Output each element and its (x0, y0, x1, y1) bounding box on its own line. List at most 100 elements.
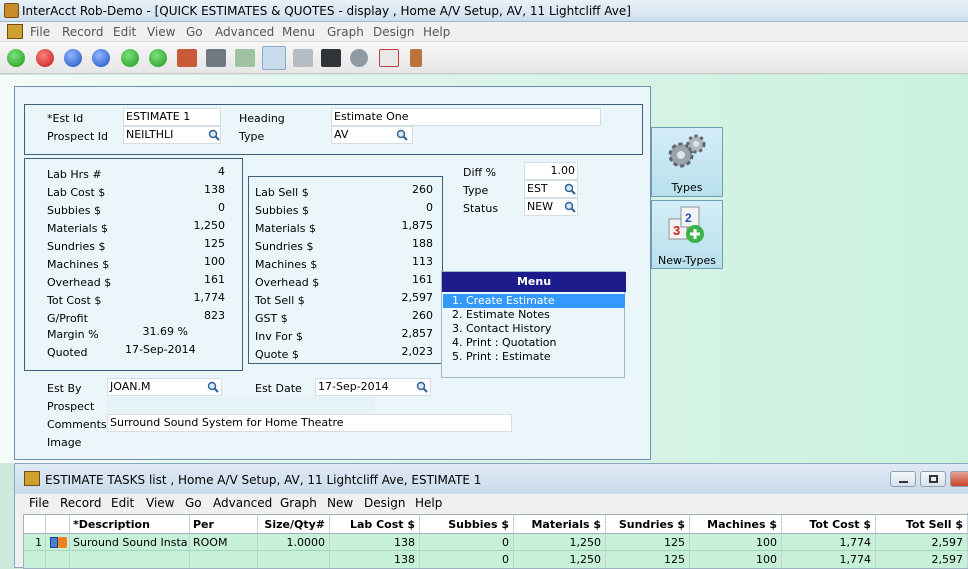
title-bar: InterAcct Rob-Demo - [QUICK ESTIMATES & … (0, 0, 968, 22)
menu-item-print-quotation[interactable]: 4. Print : Quotation (443, 336, 625, 350)
prospect-id-label: Prospect Id (47, 130, 109, 143)
calculator-icon[interactable] (293, 49, 313, 67)
submenu-go[interactable]: Go (185, 496, 202, 510)
column-header-size-qty[interactable]: Size/Qty# (258, 515, 330, 534)
export-icon[interactable] (235, 49, 255, 67)
menu-record[interactable]: Record (62, 25, 103, 39)
menu-view[interactable]: View (147, 25, 175, 39)
column-header-subbies[interactable]: Subbies $ (420, 515, 514, 534)
total-cell-materials[interactable]: 1,250 (514, 551, 606, 568)
column-header-lab-cost[interactable]: Lab Cost $ (330, 515, 420, 534)
submenu-record[interactable]: Record (60, 496, 101, 510)
column-header-materials[interactable]: Materials $ (514, 515, 606, 534)
total-cell-lab-cost[interactable]: 138 (330, 551, 420, 568)
total-cell-tot-cost[interactable]: 1,774 (782, 551, 876, 568)
column-header-tot-cost[interactable]: Tot Cost $ (782, 515, 876, 534)
column-header-tot-sell[interactable]: Tot Sell $ (876, 515, 968, 534)
menu-edit[interactable]: Edit (113, 25, 136, 39)
menu-design[interactable]: Design (373, 25, 414, 39)
home-icon[interactable] (177, 49, 197, 67)
monitor-icon[interactable] (321, 49, 341, 67)
sell-tot-sell-label: Tot Sell $ (255, 294, 305, 307)
menu-graph[interactable]: Graph (327, 25, 364, 39)
total-cell-machines[interactable]: 100 (690, 551, 782, 568)
submenu-design[interactable]: Design (364, 496, 405, 510)
task-cell-machines[interactable]: 100 (690, 534, 782, 551)
total-cell-sundries[interactable]: 125 (606, 551, 690, 568)
print-icon[interactable] (206, 49, 226, 67)
task-cell-tot-sell[interactable]: 2,597 (876, 534, 968, 551)
comments-field[interactable]: Surround Sound System for Home Theatre (107, 414, 512, 432)
menu-item-estimate-notes[interactable]: 2. Estimate Notes (443, 308, 625, 322)
close-button[interactable] (950, 471, 968, 487)
sell-gst-label: GST $ (255, 312, 288, 325)
est-date-picker-icon[interactable] (416, 381, 428, 393)
minimize-button[interactable] (890, 471, 916, 487)
status-lookup-icon[interactable] (564, 201, 576, 213)
task-cell-subbies[interactable]: 0 (420, 534, 514, 551)
est-by-field[interactable]: JOAN.M (107, 378, 222, 396)
first-record-icon[interactable] (64, 49, 82, 67)
submenu-advanced[interactable]: Advanced (213, 496, 272, 510)
est-id-field[interactable]: ESTIMATE 1 (123, 108, 221, 126)
est-date-field[interactable]: 17-Sep-2014 (315, 378, 431, 396)
submenu-file[interactable]: File (29, 496, 49, 510)
types-button[interactable]: Types (651, 127, 723, 197)
column-header-description[interactable]: *Description (70, 515, 190, 534)
total-cell-per[interactable] (190, 551, 258, 568)
sell-sundries-label: Sundries $ (255, 240, 314, 253)
task-cell-size-qty[interactable]: 1.0000 (258, 534, 330, 551)
add-icon[interactable] (7, 49, 25, 67)
delete-icon[interactable] (36, 49, 54, 67)
submenu-graph[interactable]: Graph (280, 496, 317, 510)
total-cell-description[interactable] (70, 551, 190, 568)
search-icon[interactable] (262, 46, 286, 70)
maximize-button[interactable] (920, 471, 946, 487)
column-header-machines[interactable]: Machines $ (690, 515, 782, 534)
settings-icon[interactable] (350, 49, 368, 67)
est-by-lookup-icon[interactable] (207, 381, 219, 393)
next-icon[interactable] (149, 49, 167, 67)
column-header-per[interactable]: Per (190, 515, 258, 534)
menu-go[interactable]: Go (186, 25, 203, 39)
subwindow-menu-bar: File Record Edit View Go Advanced Graph … (15, 494, 968, 513)
submenu-edit[interactable]: Edit (111, 496, 134, 510)
task-cell-description[interactable]: Suround Sound Insta (70, 534, 190, 551)
submenu-view[interactable]: View (146, 496, 174, 510)
cost-sundries-label: Sundries $ (47, 240, 106, 253)
diff-field[interactable]: 1.00 (524, 162, 578, 180)
row-edit-icon[interactable] (46, 534, 70, 551)
task-cell-tot-cost[interactable]: 1,774 (782, 534, 876, 551)
task-cell-sundries[interactable]: 125 (606, 534, 690, 551)
submenu-help[interactable]: Help (415, 496, 442, 510)
task-cell-lab-cost[interactable]: 138 (330, 534, 420, 551)
row-number-header (24, 515, 46, 534)
menu-file[interactable]: File (30, 25, 50, 39)
menu-item-print-estimate[interactable]: 5. Print : Estimate (443, 350, 625, 364)
menu-item-contact-history[interactable]: 3. Contact History (443, 322, 625, 336)
menu-item-create-estimate[interactable]: 1. Create Estimate (443, 294, 625, 308)
menu-advanced[interactable]: Advanced (215, 25, 274, 39)
column-header-sundries[interactable]: Sundries $ (606, 515, 690, 534)
action-menu: Menu 1. Create Estimate 2. Estimate Note… (441, 271, 626, 378)
diff-type-lookup-icon[interactable] (564, 183, 576, 195)
last-record-icon[interactable] (92, 49, 110, 67)
type-lookup-icon[interactable] (396, 129, 408, 141)
calendar-icon[interactable] (379, 49, 399, 67)
task-cell-materials[interactable]: 1,250 (514, 534, 606, 551)
prospect-id-field[interactable]: NEILTHLI (123, 126, 221, 144)
diff-label: Diff % (463, 166, 497, 179)
previous-icon[interactable] (121, 49, 139, 67)
prospect-lookup-icon[interactable] (208, 129, 220, 141)
total-cell-tot-sell[interactable]: 2,597 (876, 551, 968, 568)
new-types-button[interactable]: 3 2 New-Types (651, 200, 723, 269)
doc-icon[interactable] (7, 24, 23, 39)
heading-field[interactable]: Estimate One (331, 108, 601, 126)
menu-help[interactable]: Help (423, 25, 450, 39)
total-cell-subbies[interactable]: 0 (420, 551, 514, 568)
total-cell-size-qty[interactable] (258, 551, 330, 568)
task-cell-per[interactable]: ROOM (190, 534, 258, 551)
exit-door-icon[interactable] (410, 49, 422, 67)
menu-menu[interactable]: Menu (282, 25, 315, 39)
submenu-new[interactable]: New (327, 496, 353, 510)
